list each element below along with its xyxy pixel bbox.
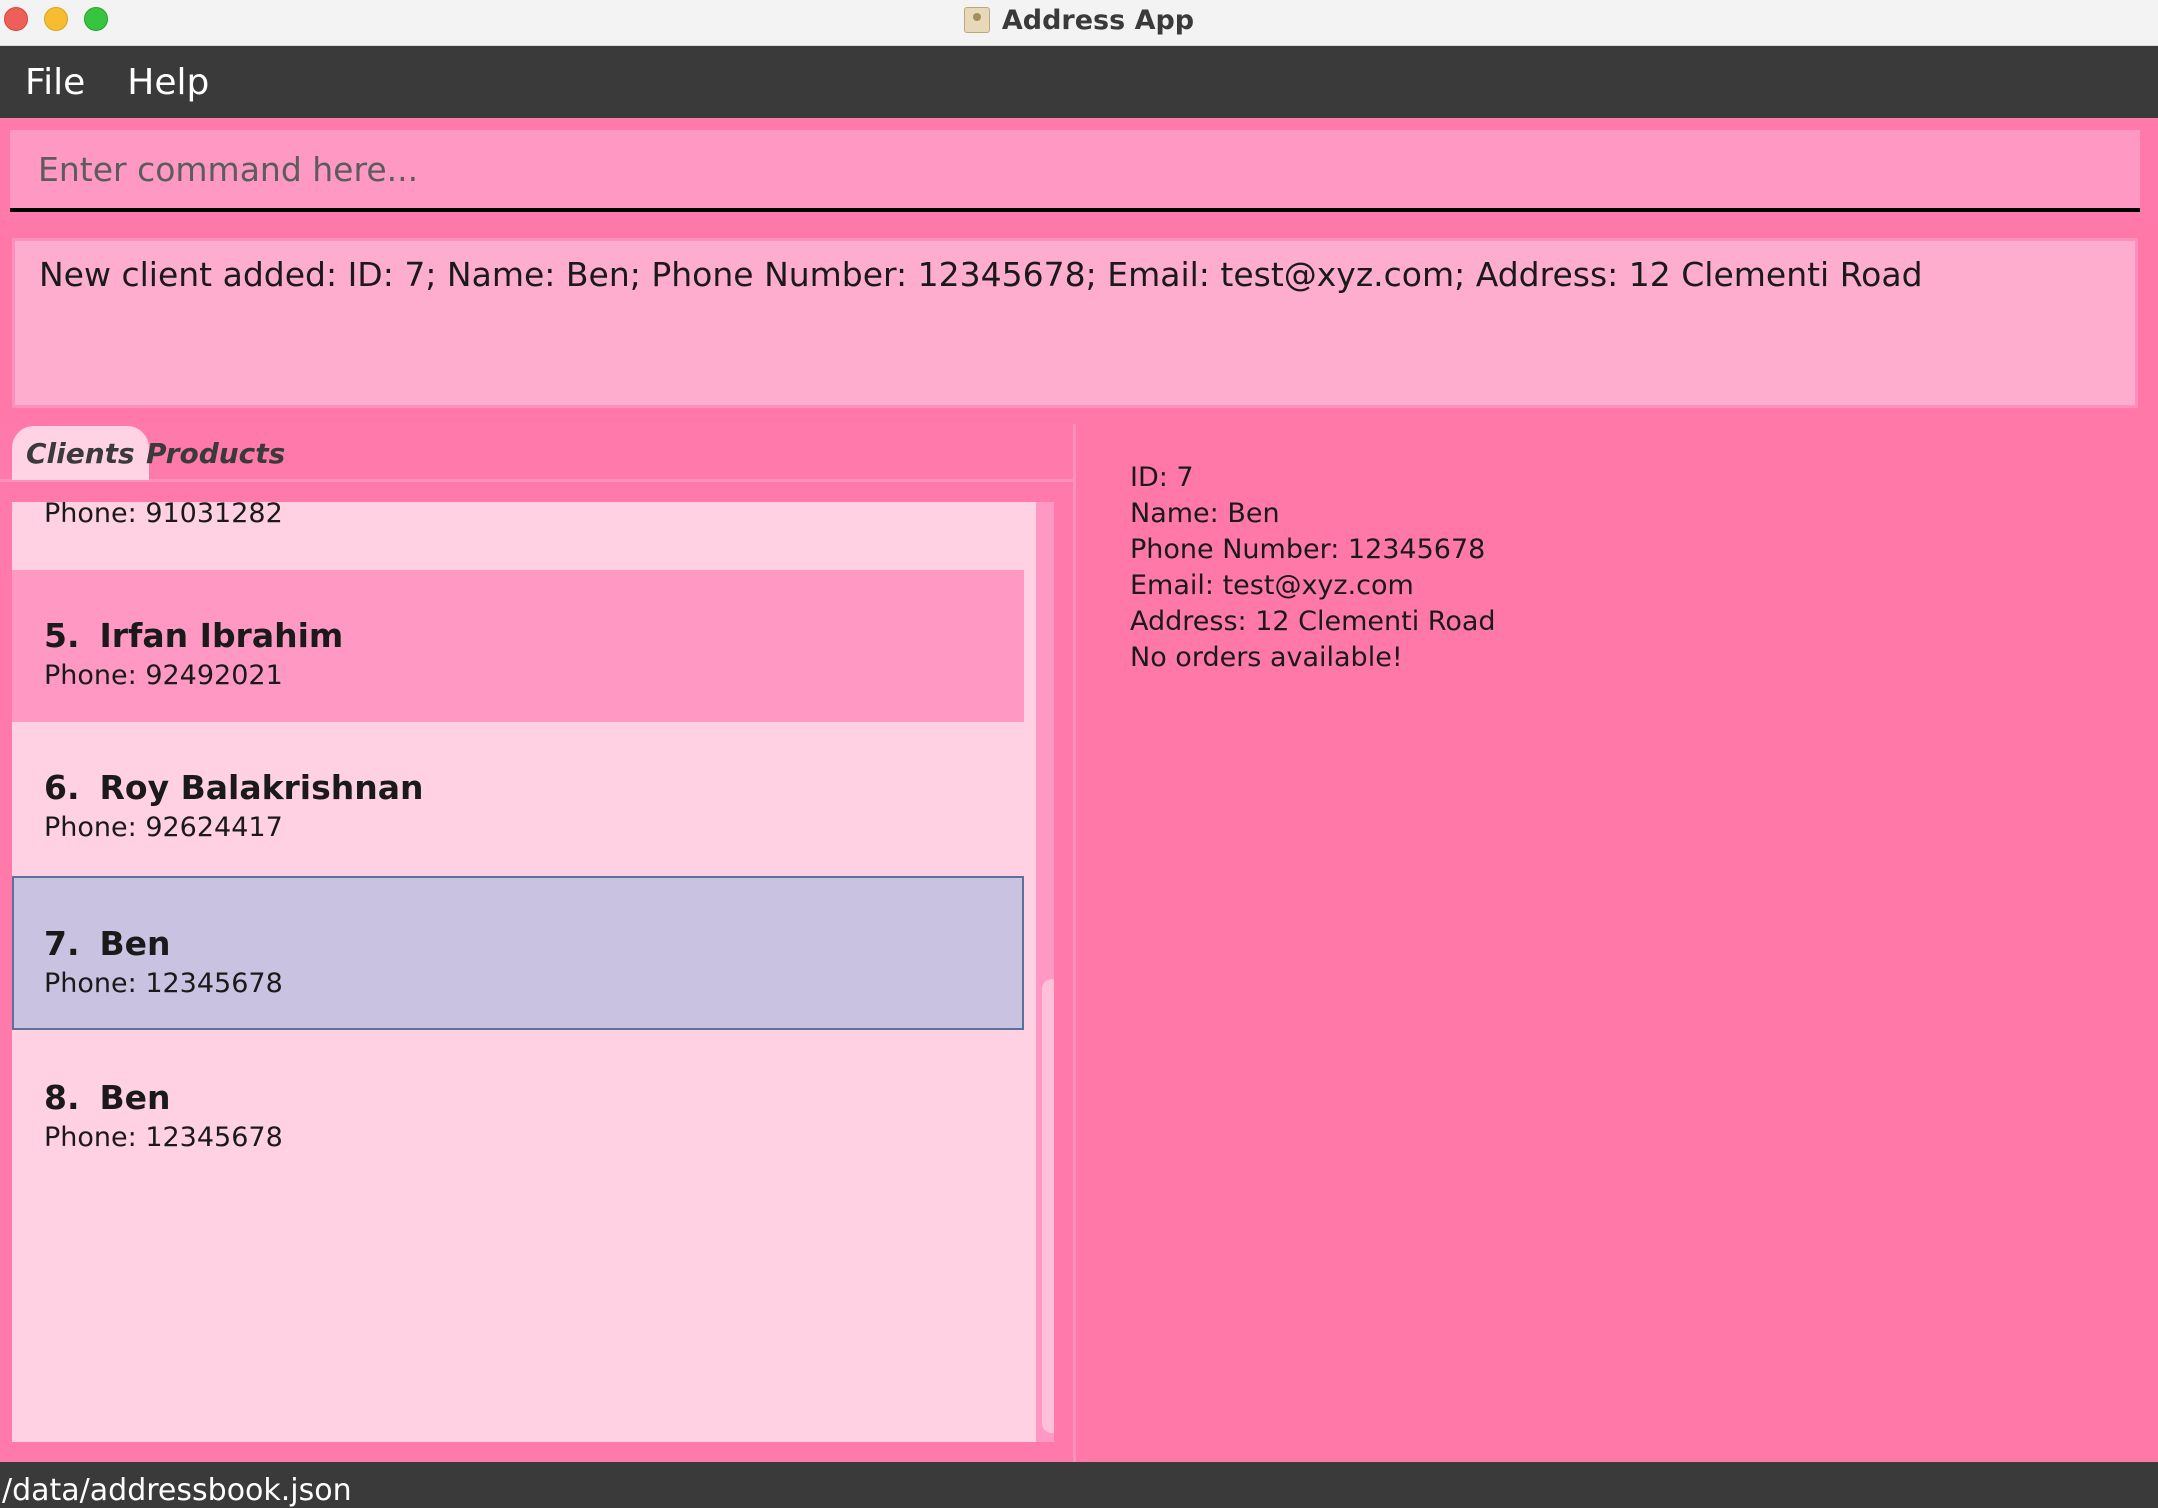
tab-bar: Clients Products [0,424,1076,482]
card-name-text: Roy Balakrishnan [99,768,424,807]
command-area [0,118,2158,222]
menu-bar: File Help [0,46,2158,118]
window-titlebar: Address App [0,0,2158,46]
tab-clients-label: Clients [26,436,135,470]
card-index: 8. [44,1078,80,1117]
card-name: 6. Roy Balakrishnan [44,768,424,807]
status-bar: /data/addressbook.json [0,1462,2158,1508]
menu-help[interactable]: Help [127,62,209,103]
list-item[interactable]: 5. Irfan Ibrahim Phone: 92492021 [12,570,1024,722]
detail-phone: Phone Number: 12345678 [1130,534,1486,565]
card-name: 5. Irfan Ibrahim [44,616,343,655]
result-message: New client added: ID: 7; Name: Ben; Phon… [39,255,1923,294]
card-name: 8. Ben [44,1078,171,1117]
card-name-text: Ben [99,1078,171,1117]
list-item[interactable]: Phone: 91031282 [12,502,1024,570]
card-phone: Phone: 12345678 [44,968,283,999]
status-file-path: /data/addressbook.json [2,1473,352,1508]
list-item[interactable]: 6. Roy Balakrishnan Phone: 92624417 [12,722,1024,874]
card-name: 7. Ben [44,924,171,963]
list-scrollbar-thumb[interactable] [1042,979,1054,1433]
card-name-text: Irfan Ibrahim [99,616,344,655]
client-list[interactable]: Phone: 91031282 5. Irfan Ibrahim Phone: … [12,502,1054,1442]
window-title: Address App [1001,4,1195,36]
detail-id: ID: 7 [1130,462,1194,493]
list-item[interactable]: 8. Ben Phone: 12345678 [12,1032,1024,1184]
card-phone: Phone: 91031282 [44,502,283,529]
result-display: New client added: ID: 7; Name: Ben; Phon… [12,238,2138,408]
tab-clients[interactable]: Clients [12,426,149,480]
detail-name: Name: Ben [1130,498,1280,529]
address-book-icon [963,7,990,33]
card-index: 7. [44,924,80,963]
detail-orders: No orders available! [1130,642,1403,673]
detail-address: Address: 12 Clementi Road [1130,606,1496,637]
card-index: 5. [44,616,80,655]
card-phone: Phone: 92492021 [44,660,283,691]
card-phone: Phone: 12345678 [44,1122,283,1153]
list-item-selected[interactable]: 7. Ben Phone: 12345678 [12,876,1024,1030]
tab-products-label: Products [146,436,286,470]
card-phone: Phone: 92624417 [44,812,283,843]
command-input[interactable] [10,130,2140,212]
card-index: 6. [44,768,80,807]
card-name-text: Ben [99,924,171,963]
detail-email: Email: test@xyz.com [1130,570,1414,601]
menu-file[interactable]: File [25,62,85,103]
client-detail-panel: ID: 7 Name: Ben Phone Number: 12345678 E… [1080,424,2158,1462]
tab-products[interactable]: Products [142,426,289,480]
window-title-wrap: Address App [0,0,2158,40]
client-list-panel: Clients Products Phone: 91031282 5. Irfa… [0,424,1076,1462]
